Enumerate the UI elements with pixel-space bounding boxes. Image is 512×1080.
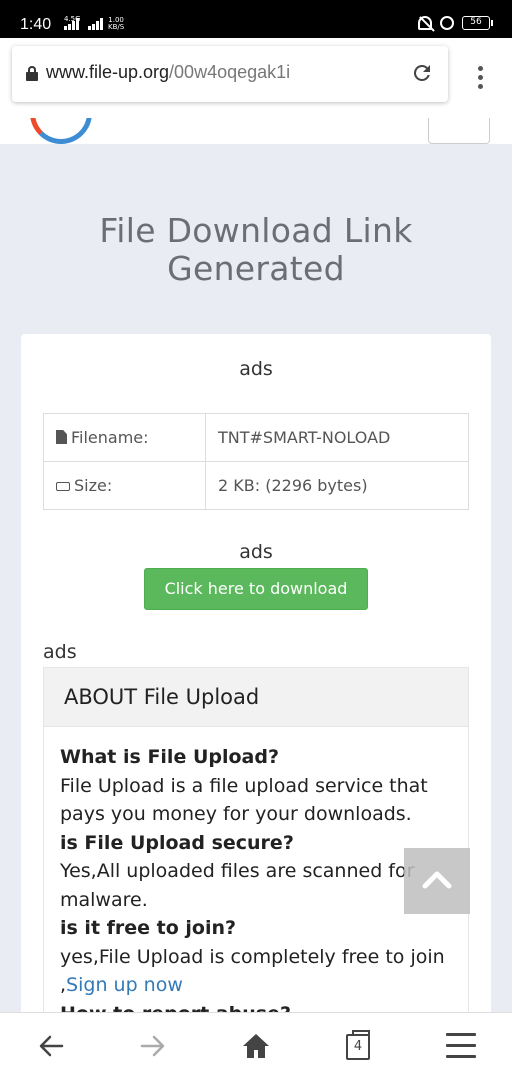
network-speed: 1.00 KB/S [108,17,124,31]
status-bar: 1:40 4.5G 1.00 KB/S 56 [0,0,512,38]
signal-icon [64,18,84,30]
faq-answer: File Upload is a file upload service tha… [60,774,428,826]
scroll-to-top-button[interactable] [404,848,470,914]
ads-label: ads [43,641,77,663]
page-title: File Download Link Generated [0,212,512,288]
sign-up-link[interactable]: Sign up now [66,974,183,996]
faq-answer: Yes,All uploaded files are scanned for m… [60,860,415,911]
battery-level: 56 [470,17,482,27]
menu-icon[interactable] [446,1033,476,1059]
tab-count: 4 [353,1039,363,1054]
lock-icon[interactable] [26,66,38,81]
faq-answer: yes,File Upload is completely free to jo… [60,943,452,1000]
browser-menu-icon[interactable] [474,66,486,94]
speed-unit: KB/S [108,23,125,31]
rotation-lock-icon [440,16,454,30]
table-row: Size: 2 KB: (2296 bytes) [43,461,469,510]
site-logo[interactable] [30,118,92,144]
faq-question: What is File Upload? [60,746,279,768]
reload-icon[interactable] [410,61,434,85]
about-heading: ABOUT File Upload [43,667,469,727]
forward-arrow-icon[interactable] [138,1031,168,1061]
ads-label: ads [239,541,273,563]
chevron-up-icon [422,871,452,889]
mute-icon [418,16,432,30]
signal-icon-2 [88,18,108,30]
home-icon[interactable] [241,1031,271,1061]
size-value: 2 KB: (2296 bytes) [205,461,469,510]
filename-label-cell: Filename: [43,413,206,462]
browser-bottom-bar: 4 [0,1012,512,1080]
faq-question: is it free to join? [60,917,237,939]
size-label-cell: Size: [43,461,206,510]
download-button[interactable]: Click here to download [144,568,368,610]
back-arrow-icon[interactable] [36,1031,66,1061]
table-row: Filename: TNT#SMART-NOLOAD [43,413,469,462]
browser-toolbar: www.file-up.org/00w4oqegak1i [0,38,512,118]
download-card: ads Filename: TNT#SMART-NOLOAD Size: 2 K… [21,334,491,1034]
nav-toggle-button[interactable] [428,118,490,144]
faq-answer-text: yes,File Upload is completely free to jo… [60,945,445,968]
page-title-line2: Generated [167,249,345,288]
address-bar[interactable]: www.file-up.org/00w4oqegak1i [12,46,448,102]
filename-label: Filename: [71,428,149,447]
page-title-line1: File Download Link [99,211,413,250]
url-path: /00w4oqegak1i [169,62,291,82]
ads-label: ads [239,358,273,380]
tabs-icon[interactable]: 4 [346,1030,370,1060]
status-time: 1:40 [20,16,52,33]
url-host: www.file-up.org [46,62,170,82]
size-label: Size: [74,476,113,495]
file-icon [56,430,67,444]
faq-question: is File Upload secure? [60,831,294,854]
url-text[interactable]: www.file-up.org/00w4oqegak1i [46,62,290,83]
status-icons: 56 [418,16,493,30]
battery-icon: 56 [462,16,493,30]
hdd-icon [56,482,70,491]
site-header [0,118,512,144]
filename-value: TNT#SMART-NOLOAD [205,413,469,462]
file-info-table: Filename: TNT#SMART-NOLOAD Size: 2 KB: (… [43,413,469,510]
